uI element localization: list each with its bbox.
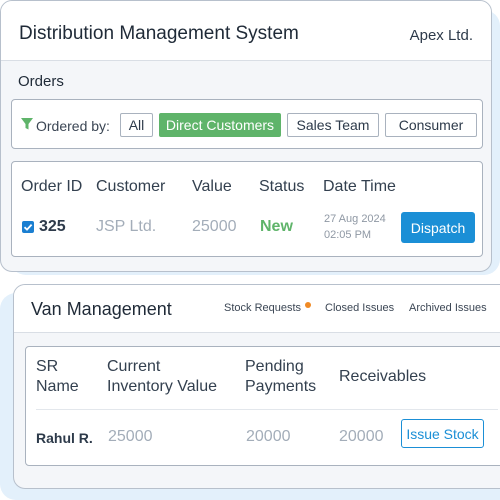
company-name: Apex Ltd. <box>409 27 473 44</box>
filter-chip-consumer[interactable]: Consumer <box>385 113 477 137</box>
column-header-pending-payments-line1: Pending <box>245 358 304 375</box>
filter-chip-all[interactable]: All <box>120 113 153 137</box>
customer-cell: JSP Ltd. <box>96 218 157 235</box>
notification-dot <box>305 302 311 308</box>
column-header-date-time: Date Time <box>323 178 396 195</box>
sr-name-cell: Rahul R. <box>36 430 93 446</box>
filter-label-text: Ordered by: <box>36 117 110 134</box>
tab-archived-issues[interactable]: Archived Issues <box>409 302 487 314</box>
receivables-cell: 20000 <box>339 428 384 445</box>
orders-card: Distribution Management System Apex Ltd.… <box>0 0 492 272</box>
van-table: SR Name Current Inventory Value Pending … <box>25 346 500 466</box>
column-header-value: Value <box>192 178 232 195</box>
date-time-cell: 27 Aug 2024 02:05 PM <box>324 211 386 243</box>
check-icon <box>23 223 33 231</box>
row-divider <box>36 409 498 410</box>
order-time: 02:05 PM <box>324 229 372 241</box>
orders-table: Order ID Customer Value Status Date Time… <box>11 161 483 257</box>
tab-stock-requests[interactable]: Stock Requests <box>224 302 301 314</box>
dispatch-button[interactable]: Dispatch <box>401 212 475 243</box>
order-date: 27 Aug 2024 <box>324 213 386 225</box>
column-header-sr-name-line2: Name <box>36 378 79 395</box>
order-id-cell: 325 <box>39 218 66 235</box>
orders-section-title: Orders <box>18 73 64 90</box>
column-header-pending-payments-line2: Payments <box>245 378 317 395</box>
filter-chip-direct-customers[interactable]: Direct Customers <box>159 113 281 137</box>
current-inventory-cell: 25000 <box>108 428 153 445</box>
column-header-customer: Customer <box>96 178 166 195</box>
van-header: Van Management Stock Requests Closed Iss… <box>14 285 500 333</box>
van-management-title: Van Management <box>31 299 172 319</box>
issue-stock-button[interactable]: Issue Stock <box>401 419 484 448</box>
column-header-status: Status <box>259 178 305 195</box>
column-header-current-inventory-line1: Current <box>107 358 161 375</box>
column-header-order-id: Order ID <box>21 178 83 195</box>
app-title: Distribution Management System <box>19 23 299 44</box>
filter-label: Ordered by: <box>20 117 110 134</box>
filter-icon <box>20 117 34 134</box>
column-header-sr-name: SR Name <box>36 357 79 397</box>
row-select-checkbox[interactable] <box>22 221 34 233</box>
value-cell: 25000 <box>192 218 237 235</box>
column-header-current-inventory-line2: Inventory Value <box>107 378 217 395</box>
column-header-pending-payments: Pending Payments <box>245 357 316 397</box>
order-filter-bar: Ordered by: All Direct Customers Sales T… <box>11 99 483 149</box>
column-header-receivables: Receivables <box>339 368 427 385</box>
column-header-sr-name-line1: SR <box>36 358 59 375</box>
filter-chip-sales-team[interactable]: Sales Team <box>287 113 379 137</box>
pending-payments-cell: 20000 <box>246 428 291 445</box>
app-header: Distribution Management System Apex Ltd. <box>1 1 491 61</box>
column-header-current-inventory: Current Inventory Value <box>107 357 217 397</box>
van-management-card: Van Management Stock Requests Closed Iss… <box>13 284 500 489</box>
tab-closed-issues[interactable]: Closed Issues <box>325 302 394 314</box>
status-cell: New <box>260 218 293 235</box>
